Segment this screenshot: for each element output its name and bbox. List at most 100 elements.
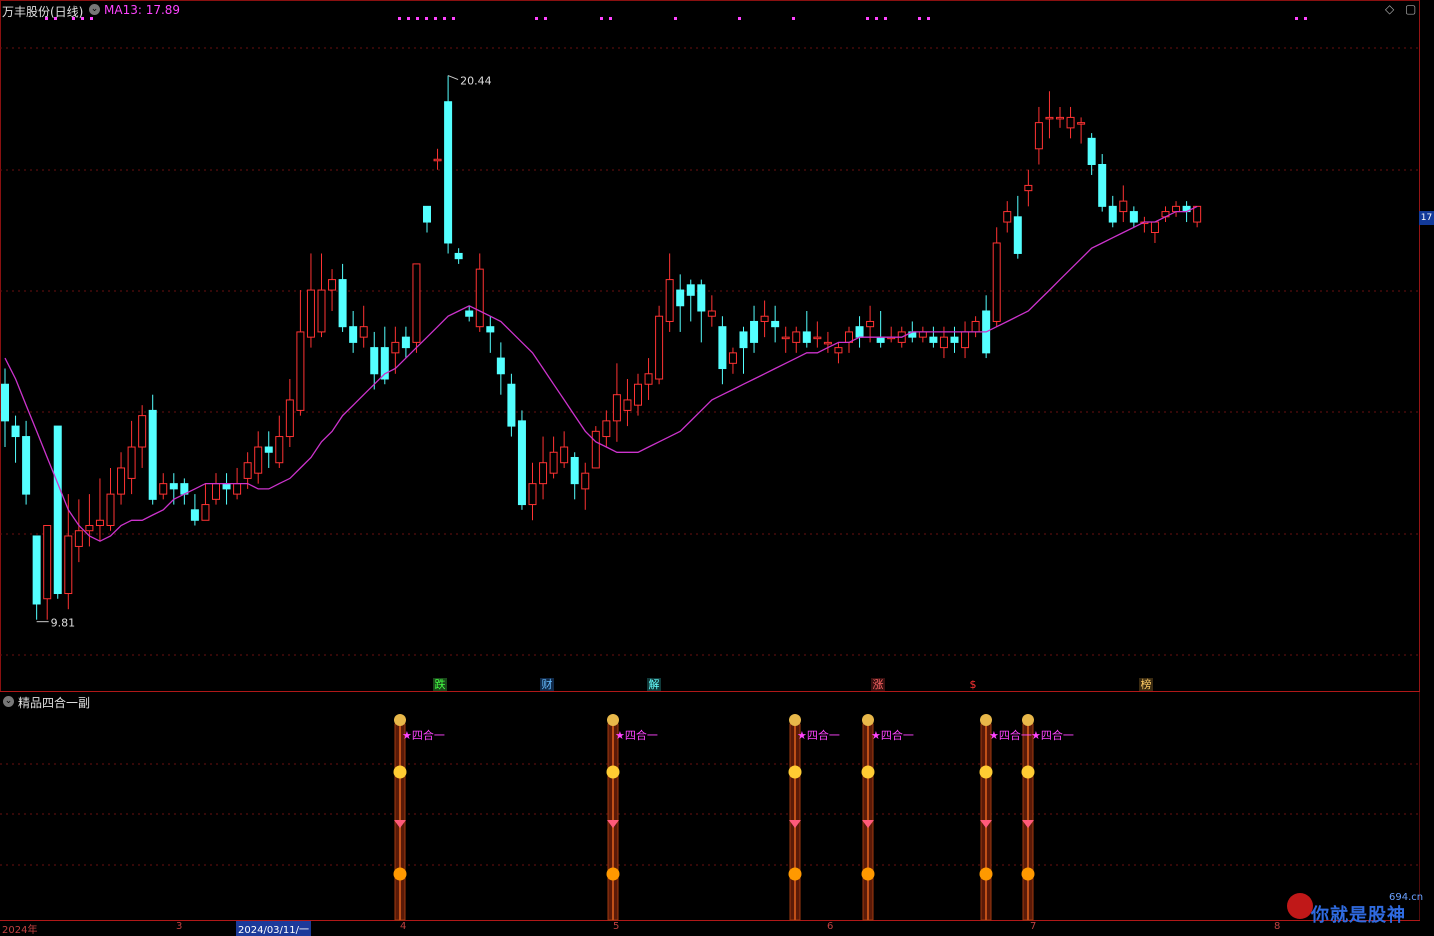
candle-body: [1087, 137, 1096, 165]
candle: [1013, 195, 1022, 259]
candle-body: [212, 483, 220, 500]
candle-body: [1, 383, 9, 422]
candle-body: [401, 336, 410, 349]
candle-body: [866, 320, 875, 328]
event-badge-bang[interactable]: 榜: [1139, 678, 1153, 691]
candle-body: [1172, 205, 1181, 213]
candle-body: [971, 320, 980, 333]
candle-body: [53, 425, 62, 595]
up-chevron-icon: [1021, 867, 1035, 881]
candle: [222, 473, 231, 505]
candle: [454, 248, 463, 264]
candle-body: [138, 415, 147, 448]
candle-body: [423, 205, 431, 223]
candle: [602, 410, 611, 448]
axis-label: 8: [1274, 921, 1281, 932]
candle: [623, 379, 632, 427]
candle: [560, 431, 569, 468]
candle-body: [275, 436, 284, 464]
candle-body: [718, 326, 727, 370]
badge-label: 跌: [434, 678, 446, 691]
signal-label: ★四合一: [615, 729, 658, 742]
candle: [728, 347, 737, 374]
window-icon[interactable]: ▢: [1405, 2, 1416, 16]
candle-body: [433, 158, 442, 162]
event-badge-jie[interactable]: 解: [647, 678, 661, 691]
candle: [444, 75, 453, 254]
high-pointer: [447, 75, 459, 81]
candle-body: [634, 383, 642, 406]
time-axis[interactable]: 2024年 3 2024/03/11/一 4 5 6 7 8: [0, 921, 1420, 936]
candle: [982, 295, 991, 359]
candle: [32, 535, 41, 620]
event-badge-die[interactable]: 跌: [433, 678, 447, 691]
candle-body: [781, 336, 790, 340]
signal-label: ★四合一: [989, 729, 1032, 742]
candle: [971, 316, 980, 338]
indicator-menu-icon[interactable]: ⌄: [3, 696, 14, 707]
candle: [929, 326, 938, 348]
candle: [106, 467, 115, 531]
candle-body: [444, 101, 453, 244]
candle-body: [802, 331, 811, 343]
candle: [296, 290, 305, 416]
candle-body: [792, 331, 801, 343]
candle-body: [1013, 216, 1022, 254]
candle: [1056, 106, 1064, 128]
candle-body: [591, 430, 600, 469]
candle-body: [549, 451, 558, 474]
badge-label: 财: [541, 678, 553, 691]
smile-icon: [788, 765, 802, 779]
candle: [792, 326, 801, 353]
axis-label: 3: [176, 921, 183, 932]
candle-body: [1150, 221, 1159, 234]
candle: [1129, 206, 1138, 228]
candle: [918, 326, 927, 343]
candle-body: [127, 446, 136, 479]
candle: [486, 316, 495, 353]
candle-body: [760, 315, 769, 322]
candle-body: [317, 289, 326, 333]
diamond-icon[interactable]: ◇: [1385, 2, 1394, 16]
candle-body: [1045, 116, 1054, 120]
candle: [306, 253, 315, 348]
candle-body: [855, 326, 864, 338]
candle-body: [32, 535, 41, 605]
axis-label: 2024年: [2, 925, 38, 936]
candle-body: [349, 326, 358, 343]
event-badge-cai[interactable]: 财: [540, 678, 554, 691]
candle: [739, 326, 748, 374]
candle: [401, 326, 410, 359]
candle-body: [359, 326, 368, 338]
candle-body: [475, 268, 484, 328]
candle: [180, 478, 189, 505]
candle: [254, 431, 263, 484]
candle: [644, 358, 653, 400]
indicator-menu-icon[interactable]: ⌄: [89, 4, 100, 15]
candle-body: [1077, 122, 1086, 125]
axis-cursor-date: 2024/03/11/一: [236, 921, 312, 936]
event-badge-zhang[interactable]: 涨: [871, 678, 885, 691]
candle-body: [570, 456, 579, 485]
axis-label: 6: [827, 921, 834, 932]
candle-body: [1066, 116, 1075, 129]
candle: [665, 253, 674, 332]
candle-body: [1034, 122, 1043, 150]
candle-body: [486, 326, 495, 333]
candle-body: [823, 341, 832, 345]
signal-label: ★四合一: [1031, 729, 1074, 742]
candle-body: [338, 279, 347, 328]
candlestick-chart[interactable]: 20.44 9.81: [0, 0, 1420, 692]
indicator-panel[interactable]: [0, 692, 1420, 922]
event-badge-dollar[interactable]: $: [966, 678, 980, 691]
candle-body: [739, 331, 748, 349]
signal-label: ★四合一: [402, 729, 445, 742]
candle: [22, 420, 31, 505]
candle-body: [1098, 163, 1107, 207]
candle: [781, 326, 790, 353]
candle: [950, 326, 959, 353]
low-price-label: 9.81: [51, 617, 76, 630]
candle-body: [222, 483, 231, 490]
candle: [686, 279, 695, 322]
candle: [961, 321, 970, 359]
